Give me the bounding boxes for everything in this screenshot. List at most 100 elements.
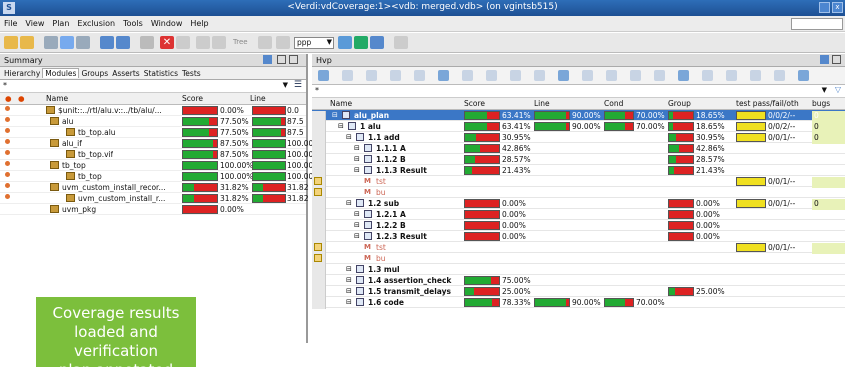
expand-icon[interactable]: ⊟ [354,210,360,218]
column-cond[interactable]: Cond [604,99,623,108]
tree-label[interactable]: Tree [233,38,248,46]
menu-view[interactable]: View [21,16,48,28]
remove-icon[interactable] [630,70,641,81]
expand-icon[interactable]: ⊟ [354,221,360,229]
module-row[interactable]: tb_top.vif 87.50% 100.00 [0,149,313,160]
undo-icon[interactable] [390,70,401,81]
up-icon[interactable] [486,70,497,81]
expand-icon[interactable]: ⊟ [354,232,360,240]
back-icon[interactable] [196,36,210,49]
expand-icon[interactable]: ⊟ [346,265,352,273]
maximize-icon[interactable] [832,55,841,64]
expand-icon[interactable]: ⊟ [332,111,338,119]
left-icon[interactable] [534,70,545,81]
module-row[interactable]: tb_top 100.00% 100.00 [0,160,313,171]
column-test[interactable]: test pass/fail/oth [736,99,799,108]
chevron-down-icon[interactable]: ▼ [283,81,288,89]
expand-icon[interactable]: ⊟ [354,144,360,152]
column-score[interactable]: Score [464,99,485,108]
maximize-icon[interactable] [277,55,286,64]
save-icon[interactable] [394,36,408,49]
menu-exclusion[interactable]: Exclusion [73,16,119,28]
plan-row[interactable]: ⊟ 1.1.1 A 42.86% 42.86% [312,143,845,155]
tree-icon[interactable] [60,36,74,49]
expand-icon[interactable]: ⊟ [346,276,352,284]
load-icon[interactable] [354,36,368,49]
collapse-icon[interactable] [462,70,473,81]
pin-icon[interactable] [263,55,272,64]
column-group[interactable]: Group [668,99,691,108]
note-icon[interactable] [314,177,322,185]
plan-icon[interactable] [318,70,329,81]
plan-row[interactable]: ⊟ 1.2 sub 0.00% 0.00% 0/0/1/-- 0 [312,198,845,210]
plan-row[interactable]: Mbu [312,187,845,199]
exclude-icon[interactable] [176,36,190,49]
menu-file[interactable]: File [0,16,21,28]
tab-tests[interactable]: Tests [180,69,203,78]
menu-tools[interactable]: Tools [119,16,147,28]
column-line[interactable]: Line [250,94,266,103]
pen-icon[interactable] [276,36,290,49]
menu-help[interactable]: Help [186,16,212,28]
config-icon[interactable] [798,70,809,81]
module-row[interactable]: uvm_custom_install_r... 31.82% 31.82 [0,193,308,204]
last-icon[interactable] [678,70,689,81]
minimize-icon[interactable] [819,2,830,13]
copy-icon[interactable] [366,70,377,81]
module-row[interactable]: $unit::../rtl/alu.v::../tb/alu/... 0.00% 0… [0,105,306,116]
delete-icon[interactable] [582,70,593,81]
plan-row[interactable]: ⊟ 1 alu 63.41% 90.00% 70.00% 18.65% 0/0/2/-- 0 [312,121,845,133]
column-name[interactable]: Name [46,94,68,103]
plan-row[interactable]: Mtst 0/0/1/-- [312,176,845,188]
menu-plan[interactable]: Plan [48,16,73,28]
plan-row[interactable]: ⊟ 1.1.3 Result 21.43% 21.43% [312,165,845,177]
sync-icon[interactable] [338,36,352,49]
module-row[interactable]: tb_top.alu 77.50% 87.5 [0,127,306,138]
expand-icon[interactable]: ⊟ [346,298,352,306]
column-line[interactable]: Line [534,99,550,108]
module-row[interactable]: uvm_pkg 0.00% [0,204,306,215]
hvp-filter[interactable]: * ▼ ▽ [312,85,845,98]
delete-icon[interactable]: ✕ [160,36,174,49]
plan-row[interactable]: ⊟ 1.1.2 B 28.57% 28.57% [312,154,845,166]
forward-icon[interactable] [212,36,226,49]
module-row[interactable]: alu 77.50% 87.5 [0,116,306,127]
settings-icon[interactable] [140,36,154,49]
plan-row[interactable]: ⊟ 1.4 assertion_check 75.00% [312,275,845,287]
chart-icon[interactable] [100,36,114,49]
pin-icon[interactable] [820,55,829,64]
right-icon[interactable] [558,70,569,81]
plan-row[interactable]: ⊟ 1.3 mul [312,264,845,276]
plan-row[interactable]: ⊟ 1.2.1 A 0.00% 0.00% [312,209,845,221]
plan-row[interactable]: Mbu [312,253,845,265]
save-icon[interactable] [342,70,353,81]
plan-row[interactable]: ⊟ 1.2.3 Result 0.00% 0.00% [312,231,845,243]
column-score[interactable]: Score [182,94,203,103]
grid-icon[interactable] [44,36,58,49]
summary-filter[interactable]: * ▼ ☰ [0,80,306,93]
plan-row[interactable]: ⊟ 1.2.2 B 0.00% 0.00% [312,220,845,232]
plan-row[interactable]: ⊟ 1.1 add 30.95% 30.95% 0/0/1/-- 0 [312,132,845,144]
note-icon[interactable] [314,243,322,251]
minimize-icon[interactable] [289,55,298,64]
tab-hierarchy[interactable]: Hierarchy [2,69,42,78]
note-icon[interactable] [314,254,322,262]
note-icon[interactable] [314,188,322,196]
expand-icon[interactable] [438,70,449,81]
expand-icon[interactable]: ⊟ [346,287,352,295]
expand-icon[interactable]: ⊟ [346,199,352,207]
chart-icon[interactable] [726,70,737,81]
redo-icon[interactable] [414,70,425,81]
open-icon[interactable] [4,36,18,49]
expand-icon[interactable]: ⊟ [354,166,360,174]
module-row[interactable]: alu_if 87.50% 100.00 [0,138,313,149]
list-icon[interactable]: ☰ [294,80,302,90]
folder-icon[interactable] [20,36,34,49]
plan-row[interactable]: ⊟ 1.6 code 78.33% 90.00% 70.00% [312,297,845,309]
prev-icon[interactable] [750,70,761,81]
add-icon[interactable] [606,70,617,81]
report-icon[interactable] [116,36,130,49]
next-icon[interactable] [774,70,785,81]
close-icon[interactable]: x [832,2,843,13]
menu-combo[interactable] [791,18,843,30]
